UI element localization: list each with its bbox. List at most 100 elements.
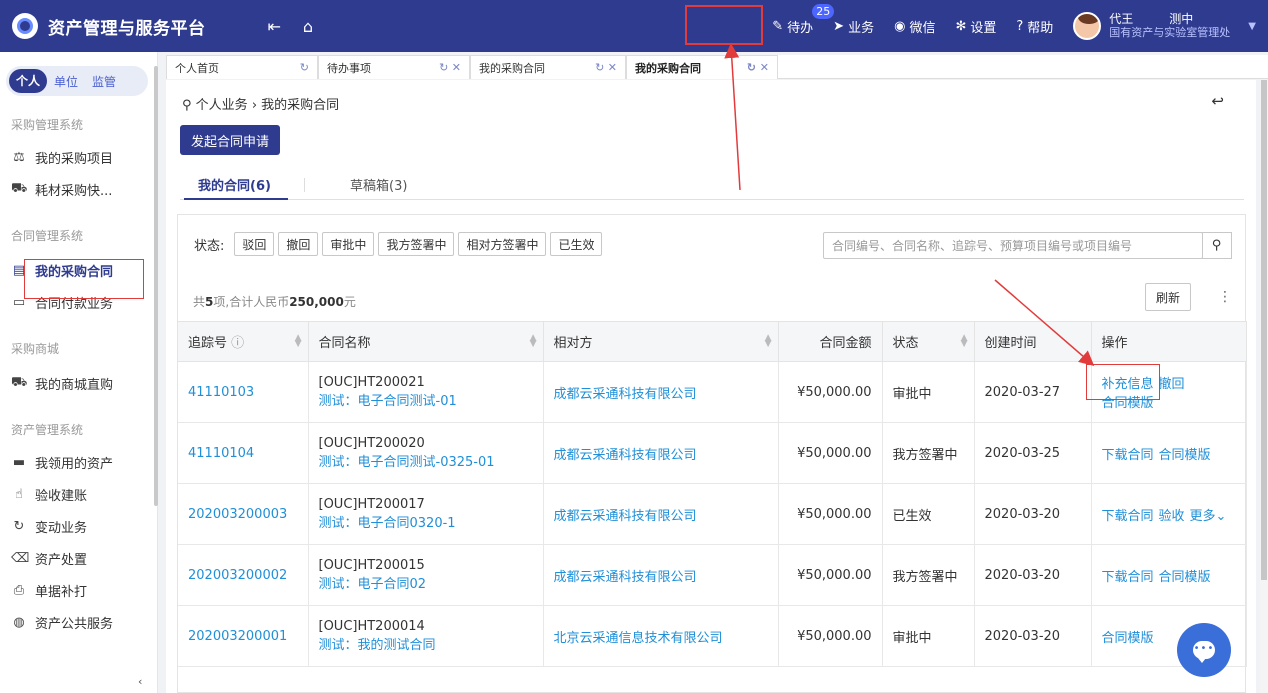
filter-party-signing[interactable]: 相对方签署中: [458, 232, 547, 256]
col-header-created[interactable]: 创建时间: [974, 321, 1092, 362]
sidebar-item-disposal[interactable]: ⌫ 资产处置: [0, 542, 157, 574]
table-row: 202003200001 [OUC]HT200014 测试：我的测试合同 北京云采…: [178, 605, 1247, 667]
refresh-close-icon[interactable]: ↻ ✕: [589, 61, 617, 74]
col-header-label: 创建时间: [984, 336, 1037, 351]
wechat-button[interactable]: ◉ 微信: [894, 17, 935, 36]
breadcrumb-root[interactable]: 个人业务: [196, 98, 248, 113]
sidebar-scrollbar[interactable]: [154, 66, 158, 506]
party-link[interactable]: 成都云采通科技有限公司: [554, 448, 697, 463]
contract-name-link[interactable]: 测试：电子合同0320-1: [319, 512, 533, 531]
page-scrollbar[interactable]: [1260, 80, 1268, 693]
sidebar-item-consumables[interactable]: ⛟ 耗材采购快...: [0, 173, 157, 205]
app-logo-icon: [12, 13, 38, 39]
settings-label: 设置: [970, 20, 997, 36]
op-withdraw[interactable]: 撤回: [1159, 377, 1185, 392]
sidebar-item-my-projects[interactable]: ⚖ 我的采购项目: [0, 141, 157, 173]
sidebar-item-label: 资产公共服务: [35, 616, 114, 632]
filter-effective[interactable]: 已生效: [550, 232, 603, 256]
scope-tab-personal[interactable]: 个人: [9, 69, 48, 93]
op-contract-template[interactable]: 合同模版: [1102, 631, 1154, 646]
tab-todo[interactable]: 待办事项 ↻ ✕: [318, 55, 470, 79]
sidebar-item-changes[interactable]: ↻ 变动业务: [0, 510, 157, 542]
contract-amount: ¥50,000.00: [778, 361, 883, 423]
filter-approving[interactable]: 审批中: [322, 232, 375, 256]
settings-button[interactable]: ✻ 设置: [955, 17, 996, 36]
search-input[interactable]: 合同编号、合同名称、追踪号、预算项目编号或项目编号: [823, 232, 1203, 259]
op-accept[interactable]: 验收: [1159, 509, 1185, 524]
contract-name-link[interactable]: 测试：电子合同测试-01: [319, 390, 533, 409]
breadcrumb: ⚲ 个人业务 › 我的采购合同: [182, 94, 339, 113]
chat-button[interactable]: •••: [1177, 623, 1231, 677]
col-header-label: 操作: [1101, 336, 1128, 351]
business-button[interactable]: ➤ 业务: [833, 17, 874, 36]
col-header-name[interactable]: 合同名称 ▲ ▼: [308, 321, 544, 362]
filter-rejected[interactable]: 驳回: [234, 232, 275, 256]
col-header-status[interactable]: 状态 ▲ ▼: [882, 321, 975, 362]
collapse-sidebar-icon[interactable]: ⇤: [268, 17, 281, 36]
party-link[interactable]: 成都云采通科技有限公司: [554, 387, 697, 402]
track-link[interactable]: 41110103: [188, 385, 254, 400]
op-download-contract[interactable]: 下载合同: [1102, 570, 1154, 585]
tab-my-contracts[interactable]: 我的合同(6): [184, 175, 288, 200]
sidebar-item-reprint[interactable]: ⎙ 单据补打: [0, 574, 157, 606]
laptop-icon: ▬: [12, 454, 26, 470]
tab-label: 待办事项: [327, 61, 371, 75]
sidebar-item-mall[interactable]: ⛟ 我的商城直购: [0, 367, 157, 399]
op-download-contract[interactable]: 下载合同: [1102, 509, 1154, 524]
scope-tab-unit[interactable]: 单位: [47, 73, 85, 90]
user-menu[interactable]: 代王 测中 国有资产与实验室管理处 ▼: [1073, 12, 1256, 40]
refresh-close-icon[interactable]: ↻ ✕: [433, 61, 461, 74]
group-title-contracts: 合同管理系统: [11, 229, 84, 243]
todo-button[interactable]: ✎ 待办 25: [772, 3, 835, 36]
contract-code: [OUC]HT200021: [318, 375, 425, 390]
contract-code: [OUC]HT200017: [318, 497, 425, 512]
refresh-button[interactable]: 刷新: [1145, 283, 1191, 311]
sidebar-item-acceptance[interactable]: ☝ 验收建账: [0, 478, 157, 510]
tab-my-contracts-2[interactable]: 我的采购合同 ↻ ✕: [626, 55, 778, 79]
col-header-ops: 操作: [1091, 321, 1247, 362]
op-contract-template[interactable]: 合同模版: [1159, 448, 1211, 463]
tab-my-contracts-1[interactable]: 我的采购合同 ↻ ✕: [470, 55, 626, 79]
party-link[interactable]: 北京云采通信息技术有限公司: [554, 631, 723, 646]
table-row: 202003200003 [OUC]HT200017 测试：电子合同0320-1 …: [178, 483, 1247, 545]
search-icon[interactable]: ⚲: [1202, 232, 1232, 259]
scope-tab-supervise[interactable]: 监管: [85, 73, 123, 90]
party-link[interactable]: 成都云采通科技有限公司: [554, 509, 697, 524]
track-link[interactable]: 202003200002: [188, 568, 287, 583]
contract-name-link[interactable]: 测试：我的测试合同: [319, 634, 533, 653]
col-header-label: 合同名称: [318, 336, 371, 351]
party-link[interactable]: 成都云采通科技有限公司: [554, 570, 697, 585]
table-row: 41110104 [OUC]HT200020 测试：电子合同测试-0325-01 …: [178, 422, 1247, 484]
op-contract-template[interactable]: 合同模版: [1159, 570, 1211, 585]
sidebar-item-my-assets[interactable]: ▬ 我领用的资产: [0, 446, 157, 478]
refresh-icon[interactable]: ↻: [294, 61, 309, 74]
contract-amount: ¥50,000.00: [778, 544, 883, 606]
col-header-label: 追踪号: [188, 336, 228, 351]
sidebar-item-public-services[interactable]: ◍ 资产公共服务: [0, 606, 157, 638]
more-options-icon[interactable]: ⋮: [1218, 289, 1232, 305]
track-link[interactable]: 202003200001: [188, 629, 287, 644]
trash-icon: ⌫: [11, 550, 30, 566]
tab-drafts[interactable]: 草稿箱(3): [350, 175, 407, 200]
tab-personal-home[interactable]: 个人首页 ↻: [166, 55, 318, 79]
thumbs-up-icon: ☝: [15, 486, 23, 502]
refresh-close-icon[interactable]: ↻ ✕: [741, 61, 769, 74]
avatar: [1073, 12, 1102, 40]
launch-contract-button[interactable]: 发起合同申请: [180, 125, 280, 155]
col-header-track[interactable]: 追踪号 ⓘ ▲ ▼: [178, 321, 309, 362]
track-link[interactable]: 41110104: [188, 446, 254, 461]
home-icon[interactable]: ⌂: [303, 17, 313, 36]
chevron-left-icon[interactable]: ‹: [138, 675, 142, 688]
contract-name-link[interactable]: 测试：电子合同02: [319, 573, 533, 592]
business-label: 业务: [848, 20, 875, 36]
op-download-contract[interactable]: 下载合同: [1102, 448, 1154, 463]
col-header-party[interactable]: 相对方 ▲ ▼: [543, 321, 779, 362]
track-link[interactable]: 202003200003: [188, 507, 287, 522]
filter-we-signing[interactable]: 我方签署中: [378, 232, 455, 256]
contract-name-link[interactable]: 测试：电子合同测试-0325-01: [319, 451, 533, 470]
filter-withdrawn[interactable]: 撤回: [278, 232, 319, 256]
annotation-box-sidebar: [24, 259, 144, 299]
op-more-dropdown[interactable]: 更多⌄: [1190, 509, 1227, 524]
back-icon[interactable]: ↩: [1211, 92, 1224, 110]
help-button[interactable]: ? 帮助: [1016, 17, 1053, 36]
